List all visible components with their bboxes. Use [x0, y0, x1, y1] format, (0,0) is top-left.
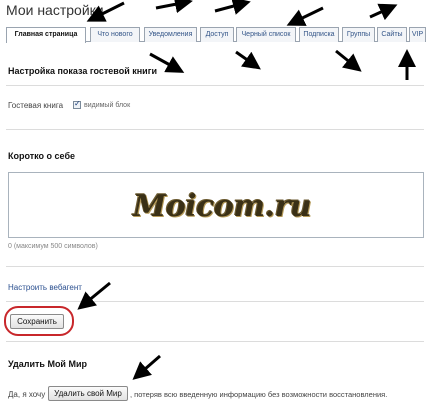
settings-tabs: Главная страница Что нового Уведомления …: [6, 27, 426, 43]
tab-blacklist[interactable]: Черный список: [236, 27, 296, 42]
arrow-icon: [369, 3, 398, 21]
moicom-watermark: Moicom.ru: [133, 189, 312, 224]
divider: [6, 266, 424, 267]
arrow-icon: [214, 0, 251, 15]
delete-prefix-text: Да, я хочу: [8, 390, 46, 399]
arrow-icon: [235, 50, 261, 70]
guestbook-visible-checkbox[interactable]: [73, 99, 81, 109]
about-section-title: Коротко о себе: [8, 151, 76, 161]
tab-groups[interactable]: Группы: [342, 27, 375, 42]
tab-sites[interactable]: Сайты: [377, 27, 407, 42]
delete-section-title: Удалить Мой Мир: [8, 359, 87, 369]
tab-notifications[interactable]: Уведомления: [144, 27, 197, 42]
page-title: Мои настройки: [6, 2, 104, 18]
save-button[interactable]: Сохранить: [10, 314, 64, 329]
configure-webagent-link[interactable]: Настроить вебагент: [8, 283, 82, 292]
delete-suffix-text: , потеряв всю введенную информацию без в…: [130, 390, 388, 399]
divider: [6, 341, 424, 342]
tab-vip[interactable]: VIP: [409, 27, 426, 42]
divider: [6, 129, 424, 130]
delete-my-world-button[interactable]: Удалить свой Мир: [48, 386, 128, 401]
guestbook-section-title: Настройка показа гостевой книги: [8, 66, 157, 76]
guestbook-label: Гостевая книга: [8, 101, 64, 110]
arrow-icon: [335, 49, 362, 72]
tab-subscription[interactable]: Подписка: [299, 27, 339, 42]
divider: [6, 85, 424, 86]
tab-whats-new[interactable]: Что нового: [90, 27, 140, 42]
tab-access[interactable]: Доступ: [200, 27, 234, 42]
divider: [6, 301, 424, 302]
arrow-icon: [286, 6, 324, 26]
arrow-icon: [132, 354, 161, 380]
char-counter-hint: 0 (максимум 500 символов): [8, 243, 98, 250]
guestbook-checkbox-label: видимый блок: [84, 102, 131, 109]
arrow-icon: [155, 0, 193, 14]
tab-main-page[interactable]: Главная страница: [6, 27, 86, 43]
arrow-icon: [77, 281, 111, 310]
